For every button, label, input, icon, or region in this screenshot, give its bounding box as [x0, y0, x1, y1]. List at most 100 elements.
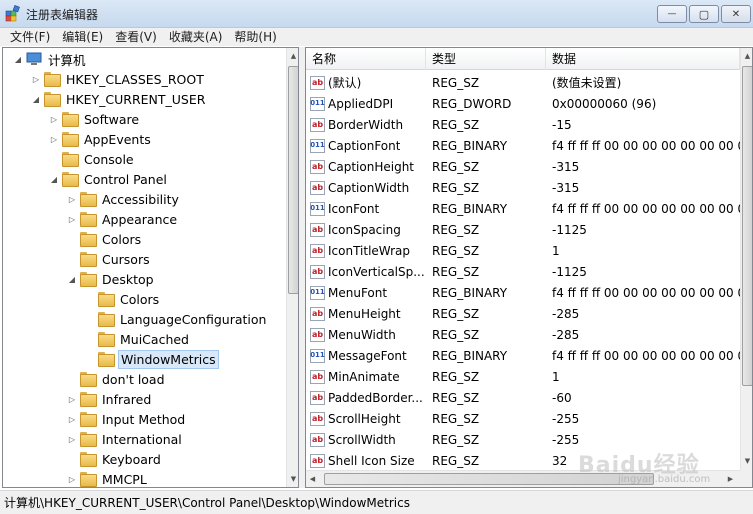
collapsed-arrow-icon[interactable]: ▷	[67, 214, 77, 224]
tree-node[interactable]: ▷ Input Method	[67, 409, 187, 429]
value-data: f4 ff ff ff 00 00 00 00 00 00 00 0	[552, 348, 740, 363]
tree-node[interactable]: ▷ Software	[49, 109, 141, 129]
tree-node-label: Cursors	[102, 251, 150, 267]
tree-scroll-thumb[interactable]	[288, 66, 298, 294]
list-scroll-thumb[interactable]	[742, 66, 752, 386]
menu-file[interactable]: 文件(F)	[4, 28, 56, 46]
expanded-arrow-icon[interactable]: ◢	[49, 174, 59, 184]
tree-node[interactable]: Keyboard	[67, 449, 163, 469]
value-row[interactable]: ab IconTitleWrap REG_SZ 1	[306, 240, 740, 261]
value-row[interactable]: ab CaptionHeight REG_SZ -315	[306, 156, 740, 177]
value-row[interactable]: 011 MessageFont REG_BINARY f4 ff ff ff 00 0…	[306, 345, 740, 366]
string-value-icon: ab	[310, 327, 325, 342]
menu-help[interactable]: 帮助(H)	[228, 28, 282, 46]
scroll-down-icon[interactable]: ▼	[741, 453, 752, 469]
collapsed-arrow-icon[interactable]: ▷	[67, 194, 77, 204]
value-name: IconSpacing	[328, 222, 401, 237]
tree-node[interactable]: ▷ HKEY_CLASSES_ROOT	[31, 69, 206, 89]
value-row[interactable]: ab BorderWidth REG_SZ -15	[306, 114, 740, 135]
tree-node[interactable]: LanguageConfiguration	[85, 309, 268, 329]
tree-node[interactable]: ◢ Control Panel	[49, 169, 169, 189]
value-row[interactable]: ab ScrollWidth REG_SZ -255	[306, 429, 740, 450]
menu-edit[interactable]: 编辑(E)	[56, 28, 109, 46]
collapsed-arrow-icon[interactable]: ▷	[49, 114, 59, 124]
tree-node[interactable]: ▷ Infrared	[67, 389, 153, 409]
tree-node[interactable]: ▷ Appearance	[67, 209, 179, 229]
tree-node[interactable]: Cursors	[67, 249, 152, 269]
collapsed-arrow-icon[interactable]: ▷	[67, 474, 77, 484]
column-type-header[interactable]: 类型	[426, 48, 546, 70]
value-data: (数值未设置)	[552, 76, 622, 90]
maximize-icon: ▢	[698, 7, 710, 21]
value-row[interactable]: ab IconVerticalSp... REG_SZ -1125	[306, 261, 740, 282]
value-name-cell: ab MinAnimate	[306, 369, 426, 384]
tree-node[interactable]: ▷ MMCPL	[67, 469, 149, 487]
list-horizontal-scrollbar[interactable]: ◀ ▶	[306, 470, 740, 487]
tree-node-label: MuiCached	[120, 331, 189, 347]
minimize-button[interactable]: —	[657, 5, 687, 23]
value-type: REG_BINARY	[432, 285, 508, 300]
scroll-left-icon[interactable]: ◀	[306, 471, 319, 487]
value-row[interactable]: 011 IconFont REG_BINARY f4 ff ff ff 00 00 0…	[306, 198, 740, 219]
tree-node-label: Software	[84, 111, 140, 127]
tree-node[interactable]: ▷ International	[67, 429, 184, 449]
collapsed-arrow-icon[interactable]: ▷	[31, 74, 41, 84]
value-type: REG_BINARY	[432, 201, 508, 216]
value-row[interactable]: ab MinAnimate REG_SZ 1	[306, 366, 740, 387]
value-row[interactable]: 011 CaptionFont REG_BINARY f4 ff ff ff 00 0…	[306, 135, 740, 156]
values-list[interactable]: 名称 类型 数据 ab (默认) REG_SZ (数值未设置) 011 AppliedDP…	[305, 47, 753, 488]
value-data: -255	[552, 411, 580, 426]
value-row[interactable]: 011 AppliedDPI REG_DWORD 0x00000060 (96)	[306, 93, 740, 114]
tree-node[interactable]: ▷ Accessibility	[67, 189, 181, 209]
scroll-right-icon[interactable]: ▶	[724, 471, 737, 487]
value-row[interactable]: ab Shell Icon Size REG_SZ 32	[306, 450, 740, 471]
collapsed-arrow-icon[interactable]: ▷	[49, 134, 59, 144]
maximize-button[interactable]: ▢	[689, 5, 719, 23]
value-name-cell: 011 AppliedDPI	[306, 96, 426, 111]
close-button[interactable]: ✕	[721, 5, 751, 23]
column-name-header[interactable]: 名称	[306, 48, 426, 70]
value-row[interactable]: ab MenuHeight REG_SZ -285	[306, 303, 740, 324]
value-row[interactable]: ab PaddedBorder... REG_SZ -60	[306, 387, 740, 408]
value-name-cell: ab ScrollWidth	[306, 432, 426, 447]
column-data-header[interactable]: 数据	[546, 48, 740, 70]
collapsed-arrow-icon[interactable]: ▷	[67, 394, 77, 404]
menu-favorites[interactable]: 收藏夹(A)	[163, 28, 229, 46]
registry-tree[interactable]: ◢ 计算机 ▷ HKEY_CLASSES_ROOT ◢ HKEY_CURRENT_USER…	[2, 47, 299, 488]
scroll-up-icon[interactable]: ▲	[287, 48, 298, 64]
value-name-cell: ab MenuHeight	[306, 306, 426, 321]
menu-view[interactable]: 查看(V)	[109, 28, 163, 46]
expanded-arrow-icon[interactable]: ◢	[67, 274, 77, 284]
tree-vertical-scrollbar[interactable]: ▲ ▼	[286, 48, 298, 487]
list-vertical-scrollbar[interactable]: ▲ ▼	[740, 48, 752, 470]
collapsed-arrow-icon[interactable]: ▷	[67, 434, 77, 444]
expanded-arrow-icon[interactable]: ◢	[31, 94, 41, 104]
string-value-icon: ab	[310, 453, 325, 468]
value-row[interactable]: ab (默认) REG_SZ (数值未设置)	[306, 72, 740, 93]
tree-node[interactable]: WindowMetrics	[85, 349, 219, 369]
tree-node[interactable]: Console	[49, 149, 136, 169]
value-row[interactable]: 011 MenuFont REG_BINARY f4 ff ff ff 00 00 0…	[306, 282, 740, 303]
scroll-up-icon[interactable]: ▲	[741, 48, 752, 64]
tree-node[interactable]: Colors	[85, 289, 161, 309]
expanded-arrow-icon[interactable]: ◢	[13, 54, 23, 64]
tree-node[interactable]: ◢ 计算机	[13, 49, 88, 69]
folder-icon	[98, 292, 115, 307]
expander-placeholder	[85, 334, 95, 344]
title-bar: 注册表编辑器 — ▢ ✕	[0, 0, 753, 28]
value-data: -60	[552, 390, 572, 405]
value-row[interactable]: ab CaptionWidth REG_SZ -315	[306, 177, 740, 198]
list-hscroll-thumb[interactable]	[324, 473, 654, 485]
value-row[interactable]: ab ScrollHeight REG_SZ -255	[306, 408, 740, 429]
tree-node[interactable]: ▷ AppEvents	[49, 129, 153, 149]
collapsed-arrow-icon[interactable]: ▷	[67, 414, 77, 424]
value-row[interactable]: ab IconSpacing REG_SZ -1125	[306, 219, 740, 240]
tree-node[interactable]: Colors	[67, 229, 143, 249]
folder-icon	[44, 72, 61, 87]
value-row[interactable]: ab MenuWidth REG_SZ -285	[306, 324, 740, 345]
tree-node[interactable]: MuiCached	[85, 329, 191, 349]
tree-node[interactable]: ◢ HKEY_CURRENT_USER	[31, 89, 207, 109]
tree-node[interactable]: don't load	[67, 369, 167, 389]
scroll-down-icon[interactable]: ▼	[287, 471, 298, 487]
tree-node[interactable]: ◢ Desktop	[67, 269, 156, 289]
